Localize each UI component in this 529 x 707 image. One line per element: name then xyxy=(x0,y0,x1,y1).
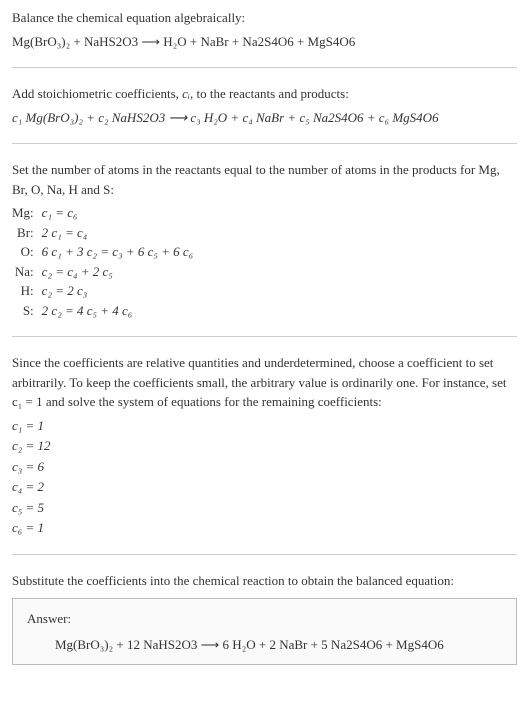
atom-equation: c₁ = c₆ xyxy=(42,203,194,223)
solve-section: Since the coefficients are relative quan… xyxy=(12,353,517,538)
solve-intro: Since the coefficients are relative quan… xyxy=(12,353,517,412)
answer-equation: Mg(BrO₃)₂ + 12 NaHS2O3 ⟶ 6 H₂O + 2 NaBr … xyxy=(27,635,502,655)
intro-equation: Mg(BrO₃)₂ + NaHS2O3 ⟶ H₂O + NaBr + Na2S4… xyxy=(12,32,517,52)
atom-row: S: 2 c₂ = 4 c₅ + 4 c₆ xyxy=(12,301,193,321)
intro-section: Balance the chemical equation algebraica… xyxy=(12,8,517,51)
coeff-item: c₅ = 5 xyxy=(12,498,517,518)
atom-equation: 2 c₁ = c₄ xyxy=(42,223,194,243)
atom-label: S: xyxy=(12,301,42,321)
atom-label: Na: xyxy=(12,262,42,282)
atoms-section: Set the number of atoms in the reactants… xyxy=(12,160,517,320)
answer-box: Answer: Mg(BrO₃)₂ + 12 NaHS2O3 ⟶ 6 H₂O +… xyxy=(12,598,517,665)
coeff-list: c₁ = 1 c₂ = 12 c₃ = 6 c₄ = 2 c₅ = 5 c₆ =… xyxy=(12,416,517,538)
atom-equation: 6 c₁ + 3 c₂ = c₃ + 6 c₅ + 6 c₆ xyxy=(42,242,194,262)
atom-equation: c₂ = 2 c₃ xyxy=(42,281,194,301)
atom-row: Na: c₂ = c₄ + 2 c₅ xyxy=(12,262,193,282)
atom-equation: 2 c₂ = 4 c₅ + 4 c₆ xyxy=(42,301,194,321)
coeff-item: c₁ = 1 xyxy=(12,416,517,436)
atom-label: Mg: xyxy=(12,203,42,223)
stoich-prefix: Add stoichiometric coefficients, xyxy=(12,86,182,101)
atom-label: Br: xyxy=(12,223,42,243)
coeff-item: c₆ = 1 xyxy=(12,518,517,538)
stoich-text: Add stoichiometric coefficients, cᵢ, to … xyxy=(12,84,517,104)
divider xyxy=(12,143,517,144)
divider xyxy=(12,554,517,555)
atom-label: O: xyxy=(12,242,42,262)
atom-equation: c₂ = c₄ + 2 c₅ xyxy=(42,262,194,282)
answer-label: Answer: xyxy=(27,609,502,629)
stoich-equation: c₁ Mg(BrO₃)₂ + c₂ NaHS2O3 ⟶ c₃ H₂O + c₄ … xyxy=(12,108,517,128)
atom-row: Br: 2 c₁ = c₄ xyxy=(12,223,193,243)
divider xyxy=(12,67,517,68)
substitute-section: Substitute the coefficients into the che… xyxy=(12,571,517,666)
coeff-item: c₃ = 6 xyxy=(12,457,517,477)
stoich-var: cᵢ xyxy=(182,86,190,101)
atom-row: O: 6 c₁ + 3 c₂ = c₃ + 6 c₅ + 6 c₆ xyxy=(12,242,193,262)
atoms-table: Mg: c₁ = c₆ Br: 2 c₁ = c₄ O: 6 c₁ + 3 c₂… xyxy=(12,203,193,320)
intro-text: Balance the chemical equation algebraica… xyxy=(12,8,517,28)
atom-row: Mg: c₁ = c₆ xyxy=(12,203,193,223)
stoich-suffix: , to the reactants and products: xyxy=(190,86,349,101)
stoich-section: Add stoichiometric coefficients, cᵢ, to … xyxy=(12,84,517,127)
divider xyxy=(12,336,517,337)
substitute-intro: Substitute the coefficients into the che… xyxy=(12,571,517,591)
atom-row: H: c₂ = 2 c₃ xyxy=(12,281,193,301)
coeff-item: c₂ = 12 xyxy=(12,436,517,456)
coeff-item: c₄ = 2 xyxy=(12,477,517,497)
atom-label: H: xyxy=(12,281,42,301)
atoms-intro: Set the number of atoms in the reactants… xyxy=(12,160,517,199)
